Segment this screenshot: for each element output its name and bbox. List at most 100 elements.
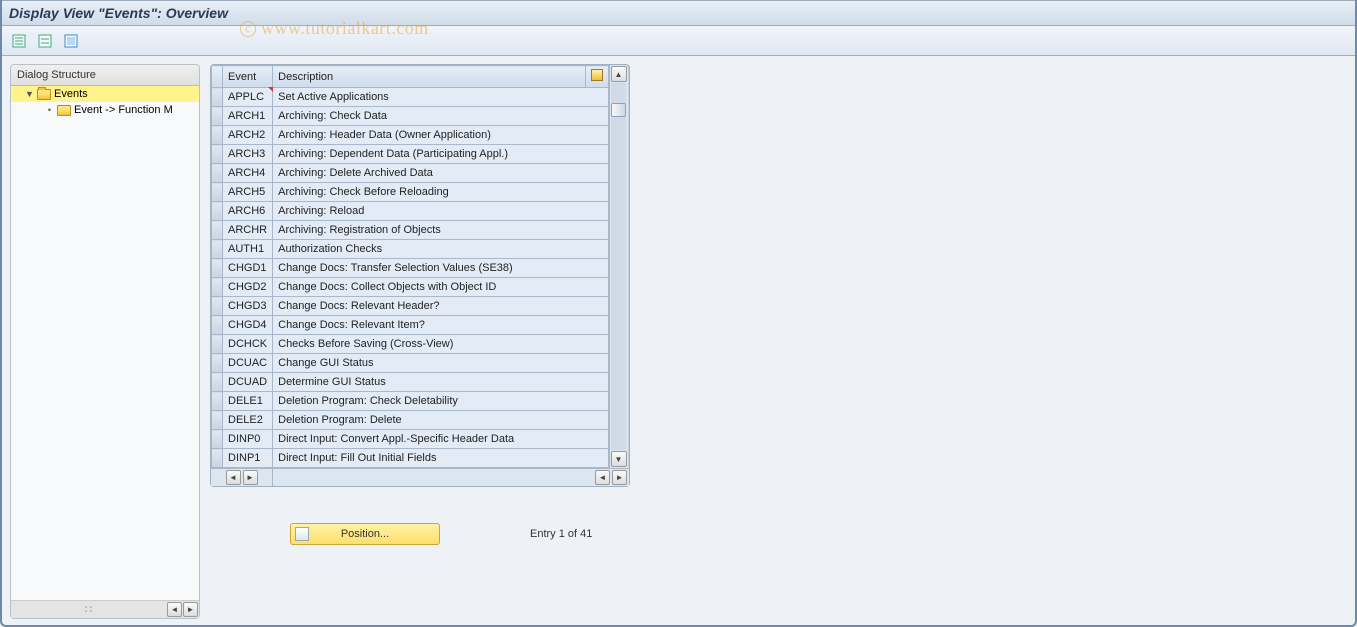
row-selector[interactable] <box>212 373 223 392</box>
toolbar-btn-collapse[interactable] <box>34 30 56 52</box>
table-row[interactable]: DCHCKChecks Before Saving (Cross-View) <box>212 335 609 354</box>
toolbar-btn-expand[interactable] <box>8 30 30 52</box>
table-row[interactable]: DINP1Direct Input: Fill Out Initial Fiel… <box>212 449 609 468</box>
cell-event[interactable]: ARCH3 <box>223 145 273 164</box>
cell-description[interactable]: Set Active Applications <box>273 88 609 107</box>
row-selector[interactable] <box>212 88 223 107</box>
cell-event[interactable]: DINP0 <box>223 430 273 449</box>
tree-node-events[interactable]: ▼ Events <box>11 86 199 102</box>
table-row[interactable]: ARCH4Archiving: Delete Archived Data <box>212 164 609 183</box>
cell-description[interactable]: Determine GUI Status <box>273 373 609 392</box>
cell-description[interactable]: Archiving: Dependent Data (Participating… <box>273 145 609 164</box>
row-selector[interactable] <box>212 183 223 202</box>
table-row[interactable]: ARCHRArchiving: Registration of Objects <box>212 221 609 240</box>
col-header-description[interactable]: Description <box>273 66 586 88</box>
row-selector[interactable] <box>212 202 223 221</box>
cell-event[interactable]: ARCHR <box>223 221 273 240</box>
row-selector[interactable] <box>212 297 223 316</box>
row-selector[interactable] <box>212 430 223 449</box>
vertical-scrollbar[interactable]: ▲ ▼ <box>609 65 627 468</box>
cell-event[interactable]: DELE2 <box>223 411 273 430</box>
table-row[interactable]: ARCH5Archiving: Check Before Reloading <box>212 183 609 202</box>
cell-description[interactable]: Direct Input: Convert Appl.-Specific Hea… <box>273 430 609 449</box>
table-row[interactable]: ARCH1Archiving: Check Data <box>212 107 609 126</box>
cell-description[interactable]: Archiving: Delete Archived Data <box>273 164 609 183</box>
table-row[interactable]: ARCH6Archiving: Reload <box>212 202 609 221</box>
cell-description[interactable]: Change GUI Status <box>273 354 609 373</box>
cell-description[interactable]: Checks Before Saving (Cross-View) <box>273 335 609 354</box>
table-row[interactable]: DCUADDetermine GUI Status <box>212 373 609 392</box>
row-selector[interactable] <box>212 126 223 145</box>
tree-toggle-icon[interactable]: ▼ <box>25 89 34 99</box>
row-selector[interactable] <box>212 164 223 183</box>
table-row[interactable]: DCUACChange GUI Status <box>212 354 609 373</box>
scroll-down-icon[interactable]: ▼ <box>611 451 627 467</box>
toolbar-btn-select[interactable] <box>60 30 82 52</box>
row-selector[interactable] <box>212 411 223 430</box>
table-config-button[interactable] <box>586 66 609 88</box>
row-selector[interactable] <box>212 392 223 411</box>
events-table[interactable]: Event Description APPLCSet Active Applic… <box>211 65 609 468</box>
cell-event[interactable]: DINP1 <box>223 449 273 468</box>
cell-description[interactable]: Archiving: Reload <box>273 202 609 221</box>
cell-event[interactable]: ARCH6 <box>223 202 273 221</box>
table-row[interactable]: DINP0Direct Input: Convert Appl.-Specifi… <box>212 430 609 449</box>
cell-description[interactable]: Change Docs: Relevant Header? <box>273 297 609 316</box>
cell-event[interactable]: CHGD4 <box>223 316 273 335</box>
cell-event[interactable]: DCUAD <box>223 373 273 392</box>
row-selector[interactable] <box>212 259 223 278</box>
cell-description[interactable]: Change Docs: Transfer Selection Values (… <box>273 259 609 278</box>
scroll-left-icon[interactable]: ◄ <box>167 602 182 617</box>
cell-event[interactable]: DCHCK <box>223 335 273 354</box>
cell-event[interactable]: DCUAC <box>223 354 273 373</box>
row-selector[interactable] <box>212 145 223 164</box>
cell-description[interactable]: Change Docs: Relevant Item? <box>273 316 609 335</box>
cell-description[interactable]: Archiving: Registration of Objects <box>273 221 609 240</box>
table-row[interactable]: CHGD1Change Docs: Transfer Selection Val… <box>212 259 609 278</box>
row-selector-header[interactable] <box>212 66 223 88</box>
cell-event[interactable]: ARCH2 <box>223 126 273 145</box>
scroll-thumb[interactable] <box>611 103 626 117</box>
scroll-left-icon[interactable]: ◄ <box>226 470 241 485</box>
cell-event[interactable]: CHGD2 <box>223 278 273 297</box>
tree-node-event-function[interactable]: • Event -> Function M <box>11 102 199 118</box>
cell-event[interactable]: AUTH1 <box>223 240 273 259</box>
cell-description[interactable]: Authorization Checks <box>273 240 609 259</box>
scroll-track[interactable] <box>611 83 626 450</box>
row-selector[interactable] <box>212 221 223 240</box>
scroll-up-icon[interactable]: ▲ <box>611 66 627 82</box>
table-row[interactable]: APPLCSet Active Applications <box>212 88 609 107</box>
cell-description[interactable]: Deletion Program: Delete <box>273 411 609 430</box>
cell-event[interactable]: DELE1 <box>223 392 273 411</box>
cell-event[interactable]: CHGD3 <box>223 297 273 316</box>
tree-horizontal-scrollbar[interactable]: ∷ ◄ ► <box>11 600 199 618</box>
col-header-event[interactable]: Event <box>223 66 273 88</box>
row-selector[interactable] <box>212 278 223 297</box>
position-button[interactable]: Position... <box>290 523 440 545</box>
cell-description[interactable]: Archiving: Check Before Reloading <box>273 183 609 202</box>
table-row[interactable]: AUTH1Authorization Checks <box>212 240 609 259</box>
cell-description[interactable]: Archiving: Check Data <box>273 107 609 126</box>
table-row[interactable]: ARCH2Archiving: Header Data (Owner Appli… <box>212 126 609 145</box>
tree-drag-handle[interactable]: ∷ <box>12 603 166 616</box>
cell-event[interactable]: CHGD1 <box>223 259 273 278</box>
row-selector[interactable] <box>212 316 223 335</box>
table-row[interactable]: DELE1Deletion Program: Check Deletabilit… <box>212 392 609 411</box>
row-selector[interactable] <box>212 354 223 373</box>
cell-event[interactable]: APPLC <box>223 88 273 107</box>
cell-event[interactable]: ARCH1 <box>223 107 273 126</box>
table-row[interactable]: CHGD2Change Docs: Collect Objects with O… <box>212 278 609 297</box>
table-row[interactable]: ARCH3Archiving: Dependent Data (Particip… <box>212 145 609 164</box>
cell-description[interactable]: Archiving: Header Data (Owner Applicatio… <box>273 126 609 145</box>
cell-description[interactable]: Change Docs: Collect Objects with Object… <box>273 278 609 297</box>
scroll-right-icon[interactable]: ► <box>183 602 198 617</box>
table-row[interactable]: CHGD3Change Docs: Relevant Header? <box>212 297 609 316</box>
cell-event[interactable]: ARCH5 <box>223 183 273 202</box>
table-row[interactable]: CHGD4Change Docs: Relevant Item? <box>212 316 609 335</box>
scroll-right-icon[interactable]: ► <box>243 470 258 485</box>
cell-event[interactable]: ARCH4 <box>223 164 273 183</box>
cell-description[interactable]: Direct Input: Fill Out Initial Fields <box>273 449 609 468</box>
row-selector[interactable] <box>212 449 223 468</box>
row-selector[interactable] <box>212 335 223 354</box>
table-row[interactable]: DELE2Deletion Program: Delete <box>212 411 609 430</box>
